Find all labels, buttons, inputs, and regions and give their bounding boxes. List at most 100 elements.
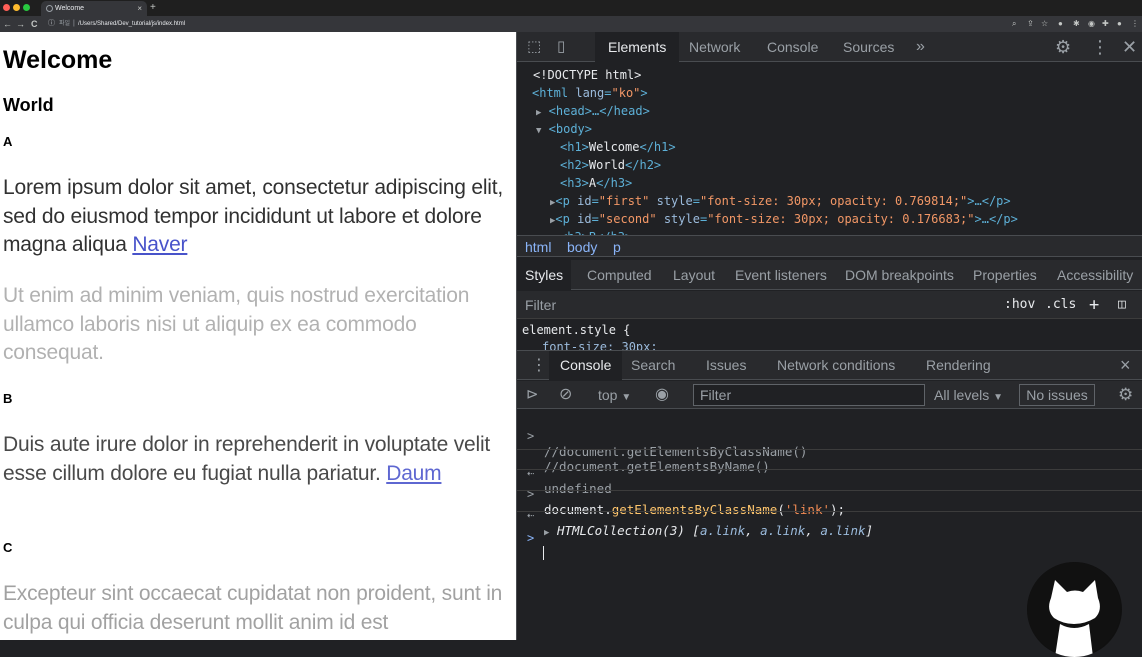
extension-icon-1[interactable]: ●: [1058, 18, 1063, 30]
extension-icon-3[interactable]: ◉: [1088, 18, 1095, 30]
browser-tab[interactable]: Welcome ×: [41, 1, 147, 16]
breadcrumb-html[interactable]: html: [525, 236, 551, 258]
drawer-close-icon[interactable]: ×: [1120, 351, 1131, 380]
close-devtools-icon[interactable]: ✕: [1122, 32, 1137, 62]
devtools-panel: ⬚ ▯ Elements Network Console Sources » ⚙…: [516, 32, 1142, 640]
toggle-sidebar-icon[interactable]: ◫: [1118, 291, 1126, 319]
new-tab-button[interactable]: +: [150, 1, 156, 15]
breadcrumb-body[interactable]: body: [567, 236, 597, 258]
extension-icon-2[interactable]: ✱: [1073, 18, 1080, 30]
info-icon[interactable]: ⓘ: [48, 18, 55, 30]
dom-body-node[interactable]: ▼ <body>: [536, 120, 592, 140]
url-scheme: 파일: [59, 21, 71, 27]
devtools-main-tabbar: ⬚ ▯ Elements Network Console Sources » ⚙…: [517, 32, 1142, 62]
more-tabs-icon[interactable]: »: [916, 32, 925, 62]
h2-text: World: [588, 158, 626, 172]
new-style-rule-button[interactable]: +: [1089, 291, 1099, 319]
tab-styles[interactable]: Styles: [517, 260, 572, 290]
style-attr: style: [663, 212, 700, 226]
profile-icon[interactable]: ●: [1117, 18, 1122, 30]
element-style-rule: element.style {: [522, 323, 631, 337]
h1-open-tag: <h1>: [560, 140, 589, 154]
maximize-window-button[interactable]: [23, 4, 30, 11]
h1-text: Welcome: [588, 140, 640, 154]
dom-p-second-node[interactable]: ▶<p id="second" style="font-size: 30px; …: [550, 210, 1018, 230]
paragraph-fourth: Excepteur sint occaecat cupidatat non pr…: [3, 582, 503, 634]
issues-button[interactable]: No issues: [1019, 384, 1095, 406]
back-button[interactable]: ←: [3, 17, 12, 31]
tab-console[interactable]: Console: [767, 32, 818, 62]
avatar: [1027, 562, 1122, 657]
naver-link[interactable]: Naver: [132, 233, 187, 256]
tab-properties[interactable]: Properties: [973, 260, 1037, 290]
tab-dom-breakpoints[interactable]: DOM breakpoints: [845, 260, 954, 290]
drawer-menu-icon[interactable]: ⋮: [531, 351, 547, 380]
drawer-tab-rendering[interactable]: Rendering: [926, 351, 991, 380]
minimize-window-button[interactable]: [13, 4, 20, 11]
close-window-button[interactable]: [3, 4, 10, 11]
inspect-element-icon[interactable]: ⬚: [527, 32, 541, 62]
device-toolbar-icon[interactable]: ▯: [557, 32, 565, 62]
drawer-tab-console[interactable]: Console: [549, 351, 623, 380]
prompt-chevron-icon: >: [527, 531, 535, 545]
styles-tabbar: Styles Computed Layout Event listeners D…: [517, 260, 1142, 290]
h2-open-tag: <h2>: [560, 158, 589, 172]
reload-button[interactable]: C: [31, 17, 38, 31]
id-attr: id: [577, 212, 592, 226]
styles-filter-input[interactable]: Filter: [525, 291, 556, 319]
drawer-tab-network-conditions[interactable]: Network conditions: [777, 351, 895, 380]
html-tag: <html: [532, 86, 569, 100]
console-filter-input[interactable]: Filter: [693, 384, 925, 406]
tab-accessibility[interactable]: Accessibility: [1057, 260, 1133, 290]
dom-h2-node[interactable]: <h2>World</h2>: [560, 156, 661, 174]
input-chevron-icon: >: [527, 429, 535, 443]
live-expression-eye-icon[interactable]: ◉: [655, 381, 669, 409]
forward-button[interactable]: →: [16, 17, 25, 31]
drawer-tab-issues[interactable]: Issues: [706, 351, 746, 380]
paragraph-second: Ut enim ad minim veniam, quis nostrud ex…: [3, 284, 470, 364]
log-levels-dropdown[interactable]: All levels ▼: [934, 381, 1003, 412]
tab-event-listeners[interactable]: Event listeners: [735, 260, 827, 290]
zoom-icon[interactable]: ⌕: [1012, 18, 1016, 30]
style-property[interactable]: font-size: 30px;: [542, 340, 658, 350]
kebab-menu-icon[interactable]: ⋮: [1131, 18, 1139, 30]
tab-computed[interactable]: Computed: [587, 260, 652, 290]
hover-state-toggle[interactable]: :hov: [1004, 291, 1035, 319]
body-tag: <body>: [548, 122, 593, 136]
url-path: /Users/Shared/Dev_tutorial/js/index.html: [78, 21, 186, 27]
console-prompt[interactable]: >: [517, 511, 1142, 560]
console-toolbar: ⊳ ⊘ top ▼ ◉ Filter All levels ▼ No issue…: [517, 381, 1142, 409]
dom-head-node[interactable]: ▶ <head>…</head>: [536, 102, 650, 122]
tab-close-icon[interactable]: ×: [137, 3, 142, 14]
share-icon[interactable]: ⇪: [1027, 18, 1034, 30]
octocat-icon: [1027, 562, 1121, 657]
tab-layout[interactable]: Layout: [673, 260, 715, 290]
class-toggle[interactable]: .cls: [1045, 291, 1076, 319]
clear-console-icon[interactable]: ⊘: [559, 381, 572, 409]
dom-p-first-node[interactable]: ▶<p id="first" style="font-size: 30px; o…: [550, 192, 1011, 212]
tab-network[interactable]: Network: [689, 32, 740, 62]
bookmark-star-icon[interactable]: ☆: [1041, 18, 1048, 30]
html-lang-attr: lang: [575, 86, 605, 100]
context-selector[interactable]: top ▼: [598, 381, 631, 412]
tab-sources[interactable]: Sources: [843, 32, 894, 62]
kebab-menu-icon[interactable]: ⋮: [1091, 32, 1109, 62]
h1-close-tag: </h1>: [639, 140, 676, 154]
styles-pane: element.style { font-size: 30px;: [517, 320, 1142, 350]
settings-gear-icon[interactable]: ⚙: [1055, 32, 1071, 62]
daum-link[interactable]: Daum: [386, 462, 441, 485]
drawer-tab-search[interactable]: Search: [631, 351, 675, 380]
collapse-triangle-icon[interactable]: ▼: [536, 126, 541, 136]
puzzle-extensions-icon[interactable]: ✚: [1102, 18, 1109, 30]
tab-elements[interactable]: Elements: [595, 32, 680, 62]
console-settings-gear-icon[interactable]: ⚙: [1118, 381, 1133, 409]
dom-html-node[interactable]: <html lang="ko">: [532, 84, 648, 102]
dom-h1-node[interactable]: <h1>Welcome</h1>: [560, 138, 676, 156]
dom-doctype[interactable]: <!DOCTYPE html>: [533, 66, 641, 84]
breadcrumb-p[interactable]: p: [613, 236, 621, 258]
page-heading-h2: World: [3, 95, 54, 115]
expand-triangle-icon[interactable]: ▶: [536, 108, 541, 118]
address-bar[interactable]: ⓘ 파일 | /Users/Shared/Dev_tutorial/js/ind…: [44, 18, 1124, 30]
dom-h3-node[interactable]: <h3>A</h3>: [560, 174, 632, 192]
sidebar-toggle-icon[interactable]: ⊳: [526, 381, 539, 409]
